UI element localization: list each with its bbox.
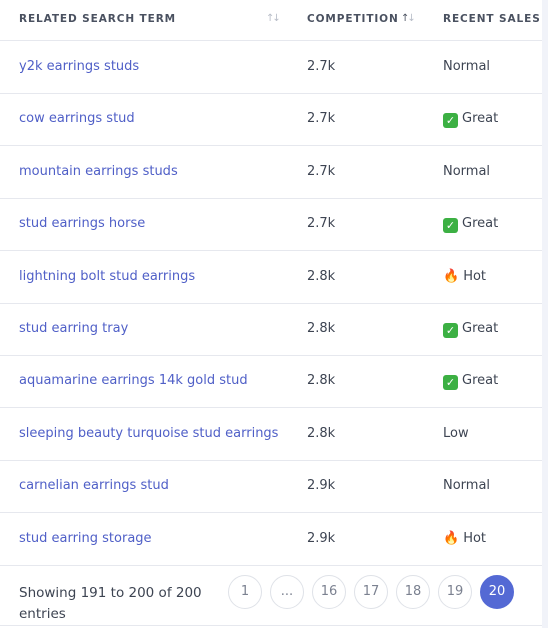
table-row: stud earrings horse 2.7k ✓ Great: [0, 198, 542, 252]
sales-signal: 🔥 Hot: [443, 531, 486, 546]
sort-ascending-icon[interactable]: ↑↓: [401, 13, 416, 24]
check-icon: ✓: [443, 323, 458, 338]
page-button-20[interactable]: 20: [480, 575, 514, 609]
search-term-link[interactable]: sleeping beauty turquoise stud earrings: [19, 426, 278, 441]
check-icon: ✓: [443, 375, 458, 391]
sales-signal-label: Great: [462, 216, 499, 232]
competition-value: 2.8k: [307, 268, 336, 284]
sales-signal: Low: [443, 426, 469, 441]
check-icon: ✓: [443, 113, 458, 129]
page-button-1[interactable]: 1: [228, 575, 262, 609]
table-row: lightning bolt stud earrings 2.8k 🔥 Hot: [0, 251, 542, 304]
search-term-link[interactable]: y2k earrings studs: [19, 59, 139, 74]
search-term-link[interactable]: cow earrings stud: [19, 111, 135, 126]
table-row: aquamarine earrings 14k gold stud 2.8k ✓ Gr…: [0, 355, 542, 409]
search-term-link[interactable]: stud earring tray: [19, 321, 128, 336]
sales-signal-label: Hot: [463, 268, 487, 284]
competition-value: 2.8k: [307, 425, 336, 441]
sales-signal: Normal: [443, 164, 490, 179]
competition-value: 2.8k: [307, 373, 336, 389]
sales-signal: ✓ Great: [443, 216, 499, 234]
sales-signal: ✓ Great: [443, 111, 499, 129]
sales-signal: ✓ Great: [443, 321, 498, 338]
competition-value: 2.9k: [307, 530, 336, 546]
competition-value: 2.7k: [307, 59, 336, 74]
page-button-19[interactable]: 19: [438, 575, 472, 609]
table-header: RELATED SEARCH TERM ↑↓ COMPETITION ↑↓ RE…: [0, 0, 548, 41]
table-row: cow earrings stud 2.7k ✓ Great: [0, 93, 542, 147]
table-row: stud earring tray 2.8k ✓ Great: [0, 303, 542, 356]
column-header-search-term[interactable]: RELATED SEARCH TERM: [19, 13, 176, 25]
competition-value: 2.7k: [307, 111, 336, 127]
search-term-link[interactable]: aquamarine earrings 14k gold stud: [19, 373, 248, 388]
table-row: mountain earrings studs 2.7k Normal: [0, 146, 542, 199]
column-header-recent-sales-signal[interactable]: RECENT SALES SI: [443, 13, 548, 25]
keyword-table: RELATED SEARCH TERM ↑↓ COMPETITION ↑↓ RE…: [0, 0, 548, 628]
search-term-link[interactable]: mountain earrings studs: [19, 164, 178, 179]
table-row: stud earring storage 2.9k 🔥 Hot: [0, 513, 542, 566]
sales-signal-label: Normal: [443, 478, 491, 494]
sales-signal-label: Great: [462, 321, 499, 336]
search-term-link[interactable]: lightning bolt stud earrings: [19, 269, 195, 284]
entries-info: Showing 191 to 200 of 200 entries: [19, 585, 202, 622]
page-button-16[interactable]: 16: [312, 575, 346, 609]
page-button-17[interactable]: 17: [354, 575, 388, 609]
sales-signal: 🔥 Hot: [443, 269, 486, 284]
sales-signal-label: Normal: [443, 59, 491, 74]
column-header-competition[interactable]: COMPETITION: [307, 13, 399, 25]
search-term-link[interactable]: stud earrings horse: [19, 216, 145, 231]
sales-signal: ✓ Great: [443, 373, 499, 391]
sales-signal-label: Hot: [463, 530, 487, 546]
page-button-18[interactable]: 18: [396, 575, 430, 609]
competition-value: 2.9k: [307, 478, 336, 494]
pagination-ellipsis[interactable]: ...: [270, 575, 304, 609]
search-term-link[interactable]: stud earring storage: [19, 531, 152, 546]
search-term-link[interactable]: carnelian earrings stud: [19, 478, 169, 493]
table-row: sleeping beauty turquoise stud earrings 2…: [0, 408, 542, 461]
sales-signal-label: Low: [443, 425, 469, 441]
check-icon: ✓: [443, 218, 458, 234]
pagination-footer: Showing 191 to 200 of 200 entries 1... 16…: [0, 566, 542, 626]
competition-value: 2.7k: [307, 163, 336, 179]
fire-icon: 🔥: [443, 530, 460, 546]
sort-icon[interactable]: ↑↓: [266, 13, 281, 24]
fire-icon: 🔥: [443, 268, 460, 284]
competition-value: 2.7k: [307, 216, 336, 232]
sales-signal-label: Great: [462, 373, 499, 389]
table-row: y2k earrings studs 2.7k Normal: [0, 41, 542, 94]
sales-signal: Normal: [443, 478, 490, 493]
sales-signal: Normal: [443, 59, 490, 74]
table-row: carnelian earrings stud 2.9k Normal: [0, 460, 542, 514]
sales-signal-label: Great: [462, 111, 499, 127]
competition-value: 2.8k: [307, 321, 336, 336]
scrollbar-track[interactable]: [542, 0, 548, 628]
sales-signal-label: Normal: [443, 163, 491, 179]
